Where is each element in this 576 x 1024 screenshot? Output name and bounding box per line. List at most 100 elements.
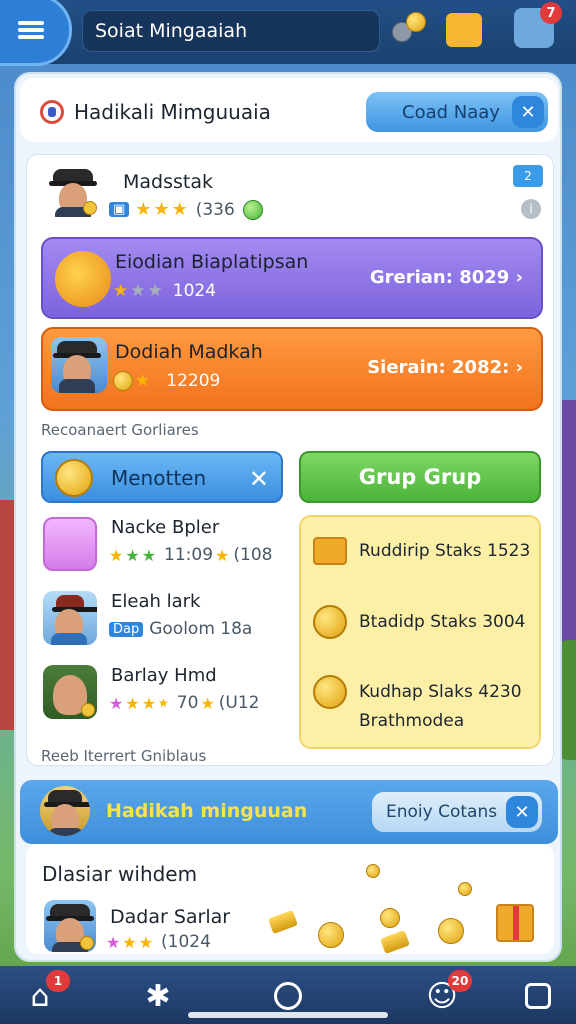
bottom-avatar[interactable] xyxy=(44,900,96,952)
reward-sub-label: Brathmodea xyxy=(359,711,465,731)
box-icon xyxy=(313,537,347,565)
coin-icon xyxy=(55,459,93,497)
star-icon: ★ xyxy=(106,932,121,952)
star-icon: ★ xyxy=(122,932,137,952)
list-item[interactable]: Nacke Bpler ★ ★ ★ 11:09 ★ (108 xyxy=(41,513,281,577)
puzzle-icon: ✱ xyxy=(145,978,171,1014)
close-icon[interactable]: ✕ xyxy=(512,96,544,128)
banner-stat: 12209 xyxy=(166,371,221,391)
banner-avatar xyxy=(51,337,107,393)
gift-box-icon[interactable] xyxy=(496,904,534,942)
star-icon: ★ xyxy=(141,545,157,565)
header-action-label: Coad Naay xyxy=(402,101,500,123)
bottom-player-rating: ★ ★ ★ (1024 xyxy=(106,932,211,952)
nav-puzzle[interactable]: ✱ xyxy=(138,976,178,1016)
star-icon: ★ xyxy=(200,693,215,713)
info-icon[interactable]: i xyxy=(521,199,541,219)
capsule-icon xyxy=(55,251,111,307)
square-icon xyxy=(525,983,551,1009)
page-title: Hadikali Mimguuaia xyxy=(74,100,271,124)
rank-icon: ▣ xyxy=(109,202,130,217)
reward-item[interactable]: Ruddirip Staks 1523 xyxy=(313,537,530,565)
featured-item-banner[interactable]: Eiodian Biaplatipsan ★ ★ ★ 1024 Grerian:… xyxy=(41,237,543,319)
coins-icon[interactable] xyxy=(386,8,430,52)
player-avatar[interactable] xyxy=(47,165,99,217)
player-stat: (336 xyxy=(195,199,235,220)
footer-action-button[interactable]: Enoiy Cotans ✕ xyxy=(372,792,542,832)
reward-label: Btadidp Staks 3004 xyxy=(359,612,526,632)
menu-button[interactable] xyxy=(0,0,72,66)
coin-icon xyxy=(313,675,347,709)
list-item[interactable]: Barlay Hmd ★ ★ ★ ★ 70 ★ (U12 xyxy=(41,661,281,725)
gem-icon xyxy=(242,199,263,220)
gold-bar-icon xyxy=(380,930,410,954)
list-item[interactable]: Eleah lark Dap Goolom 18a xyxy=(41,587,281,651)
close-icon[interactable]: ✕ xyxy=(506,796,538,828)
section-label: Recoanaert Gorliares xyxy=(41,421,199,439)
list-item-stat: 11:09 xyxy=(164,545,214,565)
coin-icon xyxy=(318,922,344,948)
list-item-avatar xyxy=(43,591,97,645)
reward-item[interactable]: Btadidp Staks 3004 xyxy=(313,605,526,639)
star-icon: ★ xyxy=(171,199,188,220)
nav-chat[interactable]: ☺ 20 xyxy=(422,970,472,1016)
home-indicator xyxy=(188,1012,388,1018)
star-icon: ★ xyxy=(113,281,129,301)
footer-action-label: Enoiy Cotans xyxy=(386,802,498,822)
bottom-panel: Dlasiar wihdem Dadar Sarlar ★ ★ ★ (1024 xyxy=(26,844,554,954)
banner-action[interactable]: Sierain: 2082: › xyxy=(367,357,523,378)
list-item-avatar xyxy=(43,665,97,719)
bottom-player-name: Dadar Sarlar xyxy=(110,906,231,928)
coin-icon xyxy=(313,605,347,639)
hamburger-icon xyxy=(18,18,44,42)
search-field[interactable]: Soiat Mingaaiah xyxy=(82,10,380,52)
reward-item[interactable]: Kudhap Slaks 4230 xyxy=(313,675,522,709)
gift-icon xyxy=(43,517,97,571)
list-item-stat: 70 xyxy=(176,693,199,713)
profile-icon[interactable]: 7 xyxy=(514,2,562,48)
close-icon[interactable]: ✕ xyxy=(249,465,269,493)
coin-icon xyxy=(458,882,472,896)
nav-menu[interactable] xyxy=(518,976,558,1016)
reward-label: Kudhap Slaks 4230 xyxy=(359,682,522,702)
banner-rating: ★ 12209 xyxy=(113,371,220,391)
star-icon: ★ xyxy=(135,199,152,220)
footer-title: Hadikah minguuan xyxy=(106,800,308,822)
player-name: Madsstak xyxy=(123,171,213,193)
star-icon: ★ xyxy=(158,696,169,710)
list-item-stat-secondary: (U12 xyxy=(218,693,260,713)
tab-menotten[interactable]: Menotten ✕ xyxy=(41,451,283,503)
list-item-tag: Dap xyxy=(109,621,144,637)
star-icon: ★ xyxy=(109,545,124,565)
star-icon: ★ xyxy=(125,693,140,713)
nav-center[interactable] xyxy=(268,976,308,1016)
star-icon: ★ xyxy=(109,693,124,713)
star-icon: ★ xyxy=(141,693,157,713)
list-item-rating: ★ ★ ★ 11:09 ★ (108 xyxy=(109,545,272,565)
rewards-panel: Ruddirip Staks 1523 Btadidp Staks 3004 K… xyxy=(299,515,541,749)
tab-grup[interactable]: Grup Grup xyxy=(299,451,541,503)
header-row: Hadikali Mimguuaia Coad Naay ✕ xyxy=(20,78,558,142)
content-panel: Madsstak ▣ ★ ★ ★ (336 2 i Eiodian Biapla… xyxy=(26,154,554,766)
list-item-name: Eleah lark xyxy=(111,591,201,612)
bottom-title: Dlasiar wihdem xyxy=(42,862,198,886)
banner-rating: ★ ★ ★ 1024 xyxy=(113,281,216,301)
circle-icon xyxy=(274,982,302,1010)
footer-avatar xyxy=(40,786,90,836)
banner-name: Eiodian Biaplatipsan xyxy=(115,251,309,273)
nav-home[interactable]: ⌂ 1 xyxy=(20,970,70,1016)
star-icon: ★ xyxy=(130,281,146,301)
reward-label: Ruddirip Staks 1523 xyxy=(359,541,531,561)
tab-label: Menotten xyxy=(111,466,207,490)
banner-action[interactable]: Grerian: 8029 › xyxy=(370,267,523,288)
treasure-chest-icon[interactable] xyxy=(446,13,482,47)
coin-icon xyxy=(366,864,380,878)
player-level-badge: 2 xyxy=(513,165,543,187)
list-item-rating: ★ ★ ★ ★ 70 ★ (U12 xyxy=(109,693,260,713)
list-item-rating: Dap Goolom 18a xyxy=(109,619,252,639)
star-icon: ★ xyxy=(147,281,163,301)
featured-player-banner[interactable]: Dodiah Madkah ★ 12209 Sierain: 2082: › xyxy=(41,327,543,411)
footer-row: Hadikah minguuan Enoiy Cotans ✕ xyxy=(20,780,558,844)
banner-stat: 1024 xyxy=(172,281,217,301)
header-action-button[interactable]: Coad Naay ✕ xyxy=(366,92,548,132)
